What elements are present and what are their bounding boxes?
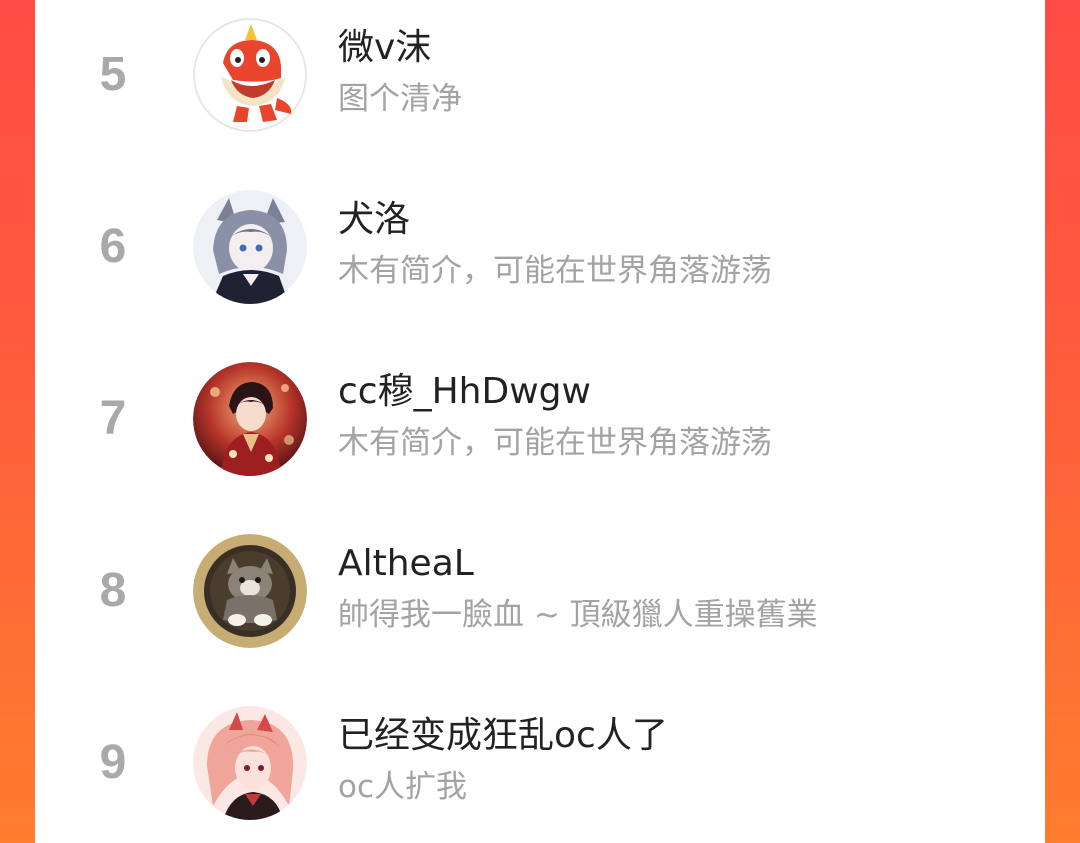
user-bio: 图个清净 [338,81,462,117]
user-name[interactable]: 微v沫 [338,24,431,72]
rank-number: 7 [99,392,127,445]
list-item[interactable]: 8 AltheaL 帥得我一臉血 ~ 頂級獵人重操舊業 [35,526,1045,676]
user-bio: 木有简介，可能在世界角落游荡 [338,253,772,289]
wolf-boy-avatar-icon[interactable] [193,190,307,304]
user-bio: 木有简介，可能在世界角落游荡 [338,425,772,461]
red-robe-avatar-icon[interactable] [193,362,307,476]
user-name[interactable]: AltheaL [338,540,474,588]
list-item[interactable]: 7 cc穆_HhDwgw 木有简介，可能在世界角落游荡 [35,354,1045,504]
rank-number: 6 [99,220,127,273]
list-item[interactable]: 5 微v沫 图个清净 [35,10,1045,160]
rank-number: 9 [99,736,127,789]
pink-hair-avatar-icon[interactable] [193,706,307,820]
user-name[interactable]: 已经变成狂乱oc人了 [338,712,668,760]
cat-avatar-icon[interactable] [193,534,307,648]
user-name[interactable]: 犬洛 [338,196,410,244]
ranking-list: 5 微v沫 图个清净 6 犬洛 木有简介，可能在世界角落游荡 7 cc穆_HhD… [35,0,1045,843]
rank-number: 5 [99,48,127,101]
list-item[interactable]: 6 犬洛 木有简介，可能在世界角落游荡 [35,182,1045,332]
list-item[interactable]: 9 已经变成狂乱oc人了 oc人扩我 [35,698,1045,843]
rank-number: 8 [99,564,127,617]
user-bio: 帥得我一臉血 ~ 頂級獵人重操舊業 [338,597,818,633]
user-name[interactable]: cc穆_HhDwgw [338,368,591,416]
user-bio: oc人扩我 [338,769,468,805]
fuecoco-dino-avatar-icon[interactable] [193,18,307,132]
